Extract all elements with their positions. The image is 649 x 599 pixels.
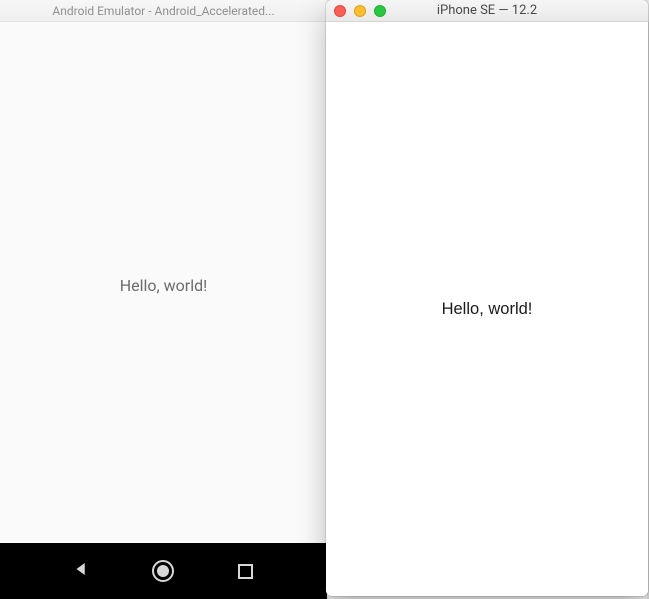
- recent-square-icon: [238, 564, 253, 579]
- android-home-button[interactable]: [143, 551, 183, 591]
- home-circle-icon: [152, 560, 174, 582]
- android-titlebar[interactable]: Android Emulator - Android_Accelerated..…: [0, 0, 327, 22]
- android-recent-button[interactable]: [226, 551, 266, 591]
- ios-titlebar[interactable]: iPhone SE — 12.2: [326, 0, 648, 22]
- ios-hello-text: Hello, world!: [442, 300, 533, 319]
- android-window-title: Android Emulator - Android_Accelerated..…: [52, 4, 274, 18]
- android-hello-text: Hello, world!: [0, 276, 327, 295]
- android-emulator-window: Android Emulator - Android_Accelerated..…: [0, 0, 327, 599]
- android-back-button[interactable]: [61, 551, 101, 591]
- back-triangle-icon: [72, 560, 90, 582]
- android-screen[interactable]: Hello, world!: [0, 22, 327, 543]
- window-maximize-button[interactable]: [374, 5, 386, 17]
- android-navbar: [0, 543, 327, 599]
- traffic-lights: [334, 5, 386, 17]
- window-close-button[interactable]: [334, 5, 346, 17]
- window-minimize-button[interactable]: [354, 5, 366, 17]
- ios-screen[interactable]: Hello, world!: [326, 22, 648, 596]
- ios-simulator-window: iPhone SE — 12.2 Hello, world!: [326, 0, 648, 596]
